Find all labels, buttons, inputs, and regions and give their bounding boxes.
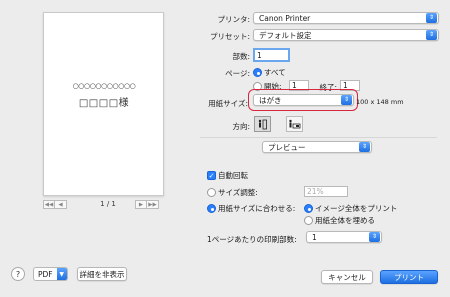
section-divider [200,137,437,138]
portrait-icon [258,119,267,129]
landscape-orientation-button[interactable] [286,116,303,132]
fit-radio[interactable] [207,204,216,213]
pages-label: ページ: [225,69,250,78]
pdf-menu-button[interactable]: PDF ▼ [33,267,68,281]
scale-label: サイズ調整: [218,188,258,197]
fill-paper-text: 用紙全体を埋める [315,216,375,225]
paper-dimensions: 100 x 148 mm [356,98,404,106]
printer-label: プリンタ: [217,15,250,24]
pager-left-group: ◀◀ ◀ [43,200,67,209]
scale-option[interactable]: サイズ調整: [207,187,258,198]
print-entire-radio[interactable] [304,204,313,213]
chevron-down-icon: ▼ [56,268,67,280]
portrait-orientation-button[interactable] [254,116,271,132]
first-page-icon[interactable]: ◀◀ [43,200,55,209]
pdf-label: PDF [38,269,53,279]
cancel-button[interactable]: キャンセル [321,270,373,284]
help-button[interactable]: ? [11,267,25,281]
auto-rotate-text: 自動回転 [218,171,248,180]
chevron-updown-icon: ⇕ [341,95,352,105]
preset-label: プリセット: [209,32,250,41]
fill-paper-radio[interactable] [304,216,313,225]
last-page-icon[interactable]: ▶▶ [147,200,159,209]
copies-field[interactable]: 1 [253,48,290,62]
chevron-updown-icon: ⇕ [369,232,380,242]
orientation-label: 方向: [232,122,250,131]
prev-page-icon[interactable]: ◀ [55,200,67,209]
chevron-updown-icon: ⇕ [426,30,437,40]
print-entire-option[interactable]: イメージ全体をプリント [304,203,397,214]
copies-label: 部数: [232,52,250,61]
chevron-updown-icon: ⇕ [359,142,370,152]
fit-label: 用紙サイズに合わせる: [218,204,296,213]
hide-details-button[interactable]: 詳細を非表示 [77,267,127,281]
fit-option[interactable]: 用紙サイズに合わせる: [207,203,295,214]
page-indicator: 1 / 1 [100,200,116,208]
preview-circles-text: ○○○○○○○○○○○ [72,82,136,90]
pages-all-option[interactable]: すべて [253,67,286,78]
preset-popup[interactable]: デフォルト設定 ⇕ [253,29,439,41]
scale-radio[interactable] [207,188,216,197]
paper-size-value: はがき [259,95,282,105]
print-preview-page: ○○○○○○○○○○○ □□□□様 [43,12,164,196]
pager-right-group: ▶ ▶▶ [135,200,159,209]
fill-paper-option[interactable]: 用紙全体を埋める [304,215,375,226]
printer-value: Canon Printer [259,13,311,23]
chevron-updown-icon: ⇕ [426,13,437,23]
printer-popup[interactable]: Canon Printer ⇕ [253,12,439,24]
copies-per-page-label: 1ページあたりの印刷部数: [207,235,297,244]
copies-per-page-value: 1 [312,232,317,242]
print-button[interactable]: プリント [380,270,438,284]
preview-name-text: □□□□様 [78,98,130,109]
preset-value: デフォルト設定 [259,30,312,40]
paper-size-label: 用紙サイズ: [208,99,248,108]
scale-field[interactable]: 21% [304,186,348,197]
print-entire-text: イメージ全体をプリント [315,204,398,213]
auto-rotate-option[interactable]: ✓ 自動回転 [207,170,248,181]
paper-size-popup[interactable]: はがき ⇕ [253,94,354,106]
pages-all-text: すべて [264,68,286,77]
section-popup-value: プレビュー [268,142,306,152]
landscape-icon [289,119,301,128]
pages-all-radio[interactable] [253,68,262,77]
next-page-icon[interactable]: ▶ [135,200,147,209]
auto-rotate-checkbox[interactable]: ✓ [207,171,216,180]
copies-per-page-popup[interactable]: 1 ⇕ [306,231,382,243]
section-popup[interactable]: プレビュー ⇕ [262,141,372,153]
